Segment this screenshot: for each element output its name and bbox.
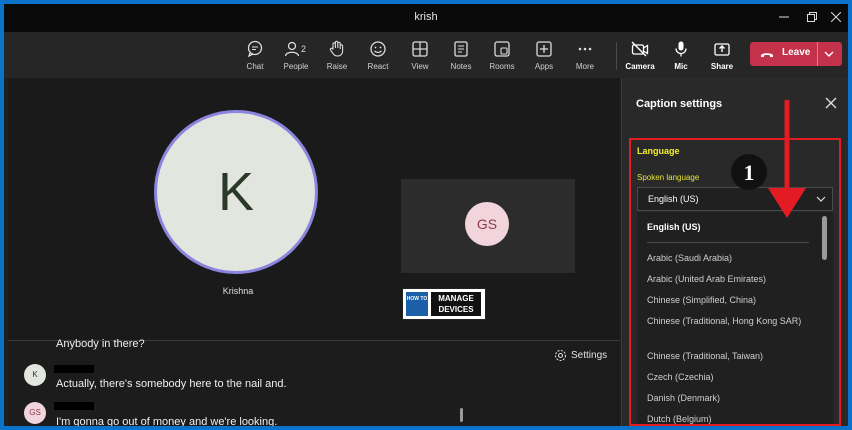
logo-how-to: HOW TO: [406, 292, 428, 316]
participant-tile[interactable]: GS: [401, 179, 575, 273]
share-icon: [714, 43, 730, 56]
minimize-icon: [779, 16, 789, 18]
close-icon: [830, 11, 842, 23]
captions-settings-button[interactable]: Settings: [554, 348, 614, 364]
leave-split-divider: [817, 42, 818, 66]
logo-manage-text: MANAGE: [438, 294, 474, 303]
phone-hangup-icon: [761, 53, 773, 57]
more-label: More: [575, 62, 595, 71]
react-button[interactable]: React: [356, 34, 400, 76]
how-to-manage-devices-logo: HOW TO MANAGE DEVICES: [402, 288, 486, 320]
caption-message: I'm gonna go out of money and we're look…: [56, 416, 278, 426]
participant-name: Krishna: [222, 286, 254, 296]
leave-label: Leave: [782, 47, 811, 58]
ellipsis-icon: [578, 47, 592, 51]
microphone-icon: [675, 41, 687, 57]
window-title: krish: [414, 11, 438, 23]
avatar-initial: K: [217, 162, 255, 222]
step-number: 1: [744, 160, 755, 185]
plus-icon: [536, 41, 552, 57]
view-button[interactable]: View: [398, 34, 442, 76]
redacted-name: [54, 365, 94, 373]
video-stage: K Krishna GS HOW TO MANAGE DEVICES: [8, 78, 620, 340]
apps-button[interactable]: Apps: [522, 34, 566, 76]
notes-label: Notes: [450, 62, 472, 71]
chat-button[interactable]: Chat: [233, 34, 277, 76]
react-label: React: [367, 62, 389, 71]
caption-message: Anybody in there?: [56, 338, 145, 350]
rooms-icon: [494, 41, 510, 57]
rooms-label: Rooms: [489, 62, 515, 71]
step-number-marker: 1: [731, 154, 767, 190]
chat-icon: [247, 40, 263, 58]
logo-manage-devices: MANAGE DEVICES: [431, 292, 481, 316]
settings-label: Settings: [571, 350, 608, 361]
people-label: People: [283, 62, 309, 71]
participant-avatar: GS: [465, 202, 509, 246]
caption-message: Actually, there's somebody here to the n…: [56, 378, 287, 390]
camera-off-icon: [631, 41, 649, 57]
rooms-button[interactable]: Rooms: [480, 34, 524, 76]
meeting-toolbar: Chat 2 People Raise React View Notes Roo…: [4, 32, 848, 78]
close-window-button[interactable]: [822, 8, 848, 28]
caption-avatar: K: [24, 364, 46, 386]
toolbar-divider: [616, 42, 617, 70]
grid-icon: [412, 41, 428, 57]
raise-hand-button[interactable]: Raise: [315, 34, 359, 76]
annotation-arrow-down-icon: [768, 100, 806, 218]
redacted-name: [54, 402, 94, 410]
view-label: View: [411, 62, 429, 71]
restore-icon: [807, 12, 817, 22]
raise-label: Raise: [326, 62, 348, 71]
smiley-icon: [370, 41, 386, 57]
live-captions-area: Anybody in there? K Actually, there's so…: [8, 338, 620, 426]
hand-icon: [329, 40, 344, 57]
panel-title: Caption settings: [636, 98, 723, 110]
minimize-button[interactable]: [770, 8, 798, 28]
chevron-down-icon[interactable]: [822, 48, 836, 60]
share-button[interactable]: Share: [700, 34, 744, 76]
logo-devices-text: DEVICES: [438, 305, 474, 314]
mic-label: Mic: [674, 62, 688, 71]
leave-button[interactable]: Leave: [750, 42, 842, 66]
main-participant-avatar[interactable]: K: [154, 110, 318, 274]
close-icon[interactable]: [824, 96, 838, 110]
title-bar: krish: [4, 4, 848, 32]
apps-label: Apps: [534, 62, 554, 71]
mic-button[interactable]: Mic: [659, 34, 703, 76]
camera-label: Camera: [625, 62, 655, 71]
people-button[interactable]: 2 People: [274, 34, 318, 76]
notes-icon: [454, 41, 468, 57]
more-button[interactable]: More: [563, 34, 607, 76]
caption-avatar: GS: [24, 402, 46, 424]
camera-button[interactable]: Camera: [618, 34, 662, 76]
people-icon: 2: [284, 41, 306, 57]
chat-label: Chat: [246, 62, 264, 71]
share-label: Share: [710, 62, 734, 71]
captions-scrollbar[interactable]: [460, 408, 463, 422]
teams-meeting-window: krish Chat 2 People Raise React View Not…: [4, 4, 848, 426]
people-count: 2: [301, 44, 306, 54]
notes-button[interactable]: Notes: [439, 34, 483, 76]
caption-settings-panel: Caption settings Language Spoken languag…: [621, 78, 848, 426]
gear-icon: [554, 349, 567, 362]
